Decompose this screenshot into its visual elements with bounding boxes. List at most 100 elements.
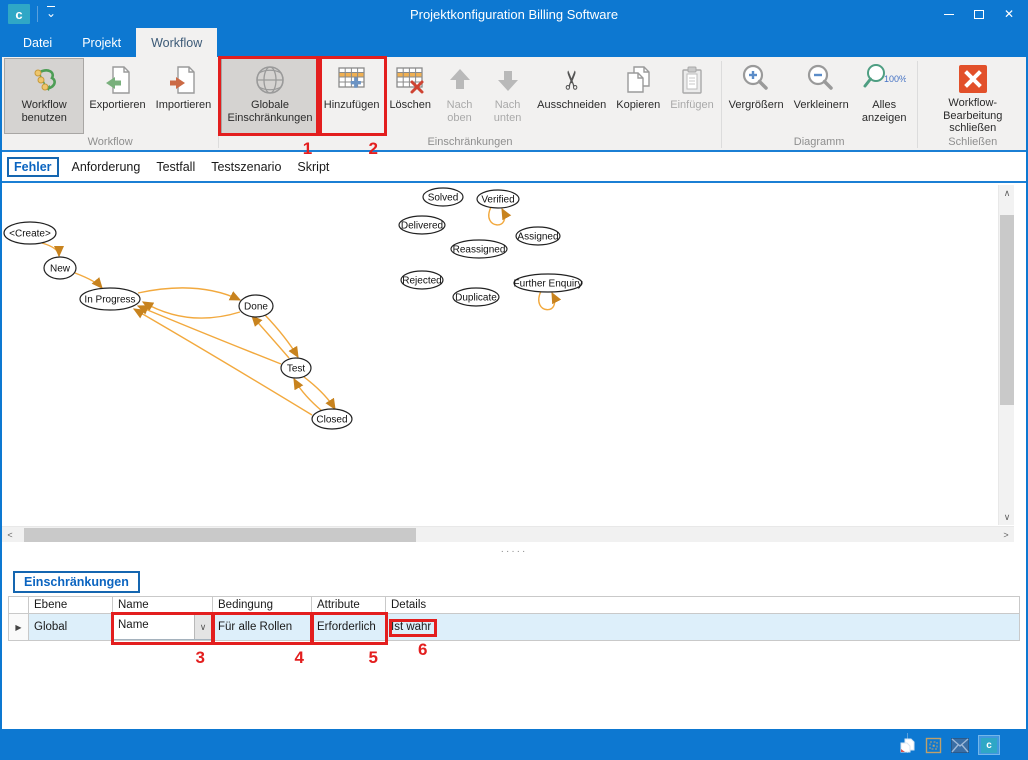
column-header-name[interactable]: Name [113, 597, 213, 614]
ribbon-button-exportieren[interactable]: Exportieren [84, 58, 150, 134]
svg-text:<Create>: <Create> [9, 229, 51, 240]
doc-tab-fehler[interactable]: Fehler [7, 157, 59, 177]
ribbon: Workflow benutzenExportieren Importieren W… [0, 57, 1028, 152]
workflow-node-test[interactable]: Test [281, 358, 311, 378]
workflow-node-closed[interactable]: Closed [312, 409, 352, 429]
svg-text:In Progress: In Progress [84, 295, 135, 306]
scroll-down-icon[interactable]: ∨ [999, 509, 1015, 525]
chevron-down-icon[interactable]: ∨ [194, 615, 211, 639]
app-logo-icon: c [981, 738, 997, 753]
ribbon-button-label: Vergrößern [729, 99, 784, 112]
scroll-up-icon[interactable]: ∧ [999, 185, 1015, 201]
panel-splitter[interactable]: ····· [0, 545, 1028, 558]
doc-tab-anforderung[interactable]: Anforderung [65, 157, 148, 177]
import-icon [166, 61, 200, 99]
ribbon-group-label: Schließen [920, 135, 1026, 150]
ribbon-button-label: Kopieren [616, 99, 660, 112]
menu-tab-projekt[interactable]: Projekt [67, 28, 136, 57]
copy-icon [621, 61, 655, 99]
ribbon-button-globale-einschr-nkungen[interactable]: Globale Einschränkungen [221, 58, 319, 134]
ribbon-button-label: Workflow benutzen [9, 99, 79, 124]
workflow-node-inprogress[interactable]: In Progress [80, 288, 140, 310]
tab-einschraenkungen[interactable]: Einschränkungen [13, 571, 140, 593]
column-header-bedingung[interactable]: Bedingung [213, 597, 312, 614]
workflow-node-assigned[interactable]: Assigned [516, 227, 560, 245]
column-header-ebene[interactable]: Ebene [29, 597, 113, 614]
svg-text:Duplicate: Duplicate [455, 293, 497, 304]
minimize-button[interactable] [934, 0, 964, 28]
menu-tab-workflow[interactable]: Workflow [136, 28, 217, 57]
app-window: c ⌄ Projektkonfiguration Billing Softwar… [0, 0, 1028, 760]
app-badge[interactable]: c [978, 735, 1000, 755]
workflow-diagram-area: <Create> New In Progress Done Test Closed Solv… [2, 183, 1026, 545]
ribbon-tab-row: DateiProjektWorkflow [0, 28, 1028, 57]
ribbon-button-alles-anzeigen[interactable]: 100%Alles anzeigen [854, 58, 915, 134]
arrow-down-icon [491, 61, 525, 99]
ribbon-button-label: Löschen [389, 99, 431, 112]
workflow-node-rejected[interactable]: Rejected [401, 271, 443, 289]
pages-icon[interactable] [899, 737, 916, 754]
menu-tab-datei[interactable]: Datei [8, 28, 67, 57]
ribbon-button-label: Alles anzeigen [859, 99, 910, 124]
title-bar: c ⌄ Projektkonfiguration Billing Softwar… [0, 0, 1028, 28]
vertical-scroll-thumb[interactable] [1000, 215, 1014, 405]
table-add-icon [334, 61, 370, 99]
name-combobox[interactable]: Name∨ [113, 614, 212, 640]
cell-bedingung[interactable]: Für alle Rollen [213, 614, 312, 641]
ribbon-group-einschränkungen: Globale EinschränkungenHinzufügen Löschen… [219, 57, 721, 150]
ribbon-button-ausschneiden[interactable]: ✂Ausschneiden [532, 58, 611, 134]
window-title: Projektkonfiguration Billing Software [0, 0, 1028, 28]
ribbon-button-label: Importieren [156, 99, 212, 112]
workflow-node-reassigned[interactable]: Reassigned [451, 240, 507, 258]
maximize-button[interactable] [964, 0, 994, 28]
mail-icon[interactable] [951, 738, 969, 753]
details-value: Ist wahr [391, 621, 435, 633]
ribbon-button-workflow-bearbeitung-schlie-en[interactable]: Workflow-Bearbeitung schließen [920, 58, 1026, 134]
horizontal-scroll-thumb[interactable] [24, 528, 416, 542]
workflow-node-create[interactable]: <Create> [4, 222, 56, 244]
workflow-node-done[interactable]: Done [239, 295, 273, 317]
workflow-node-new[interactable]: New [44, 257, 76, 279]
horizontal-scrollbar[interactable]: < > [2, 526, 1014, 542]
ribbon-group-workflow: Workflow benutzenExportieren Importieren W… [2, 57, 218, 150]
vertical-scrollbar[interactable]: ∧ ∨ [998, 185, 1014, 525]
doc-tab-testfall[interactable]: Testfall [149, 157, 202, 177]
workflow-node-delivered[interactable]: Delivered [399, 216, 445, 234]
ribbon-button-workflow-benutzen[interactable]: Workflow benutzen [4, 58, 84, 134]
svg-text:Closed: Closed [316, 415, 347, 426]
cell-ebene[interactable]: Global [29, 614, 113, 641]
cell-attribute[interactable]: Erforderlich [312, 614, 386, 641]
workflow-node-verified[interactable]: Verified [477, 190, 519, 208]
ribbon-button-importieren[interactable]: Importieren [151, 58, 217, 134]
ribbon-button-label: Workflow-Bearbeitung schließen [925, 97, 1021, 135]
workflow-icon [28, 61, 60, 99]
svg-text:Assigned: Assigned [517, 232, 558, 243]
workflow-node-further_enquiry[interactable]: Further Enquiry [514, 274, 583, 292]
row-selector-header[interactable] [9, 597, 29, 614]
workflow-node-duplicate[interactable]: Duplicate [453, 288, 499, 306]
ribbon-button-l-schen[interactable]: Löschen [384, 58, 436, 134]
row-selector[interactable]: ▶ [9, 614, 29, 641]
ribbon-button-verkleinern[interactable]: Verkleinern [789, 58, 854, 134]
grid-icon[interactable] [925, 737, 942, 754]
ribbon-button-vergr-ern[interactable]: Vergrößern [724, 58, 789, 134]
column-header-details[interactable]: Details [386, 597, 1020, 614]
close-workflow-icon [955, 61, 991, 97]
column-header-attribute[interactable]: Attribute [312, 597, 386, 614]
cell-name[interactable]: Name∨ [113, 614, 213, 641]
ribbon-group-label: Workflow [4, 135, 216, 150]
scroll-right-icon[interactable]: > [998, 527, 1014, 543]
doc-tab-testszenario[interactable]: Testszenario [204, 157, 288, 177]
close-button[interactable]: ✕ [994, 0, 1024, 28]
zoom-100-icon: 100% [862, 61, 906, 99]
zoom-in-icon [738, 61, 774, 99]
workflow-node-solved[interactable]: Solved [423, 188, 463, 206]
splitter-grip[interactable]: ····· [501, 550, 528, 554]
cell-details[interactable]: Ist wahr [386, 614, 1020, 641]
constraints-panel: Einschränkungen EbeneNameBedingungAttrib… [0, 558, 1028, 729]
ribbon-button-hinzuf-gen[interactable]: Hinzufügen [319, 58, 385, 134]
document-tab-strip: Fehler AnforderungTestfallTestszenarioSkr… [0, 152, 1028, 183]
doc-tab-skript[interactable]: Skript [290, 157, 336, 177]
scroll-left-icon[interactable]: < [2, 527, 18, 543]
ribbon-button-kopieren[interactable]: Kopieren [611, 58, 665, 134]
